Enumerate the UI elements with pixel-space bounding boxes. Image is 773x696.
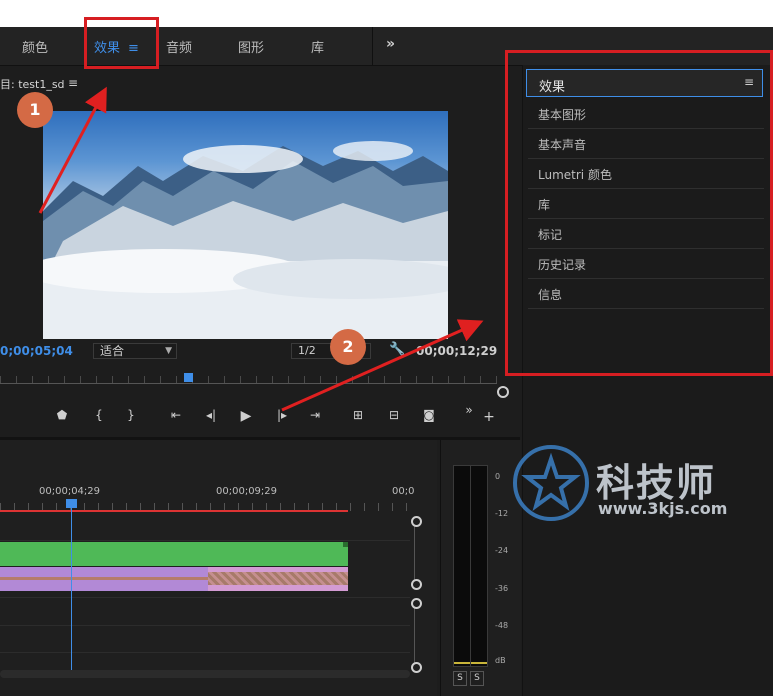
step-badge-1: 1 [17,92,53,128]
step-badge-2: 2 [330,329,366,365]
arrow-2 [281,319,484,412]
annotation-arrows [38,86,484,412]
